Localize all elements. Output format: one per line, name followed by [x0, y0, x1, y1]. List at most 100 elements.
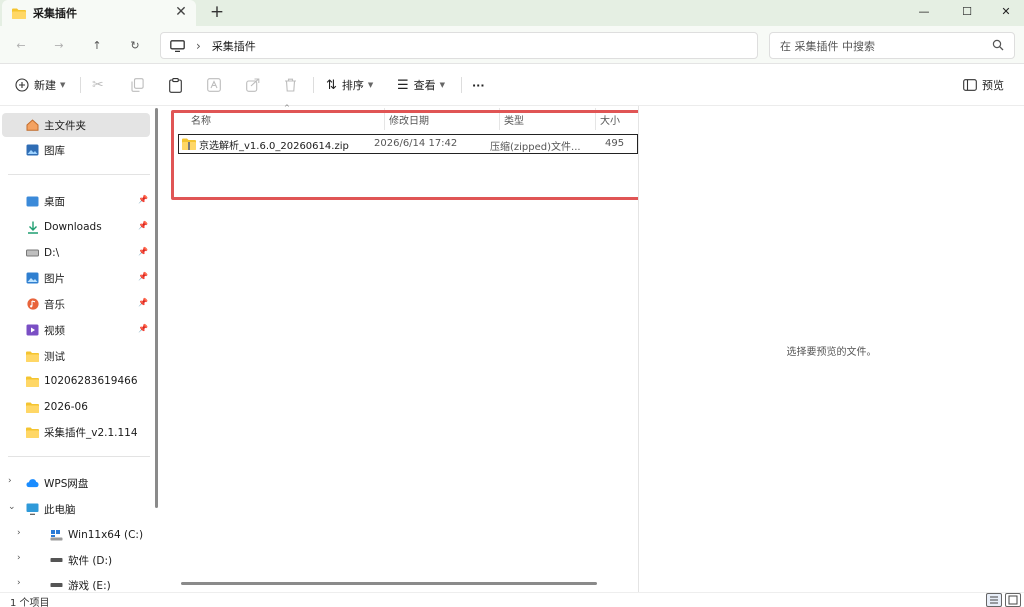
navigation-bar: ← → ↑ ↻ › 采集插件 在 采集插件 中搜索: [0, 26, 1024, 64]
sidebar-item-pictures[interactable]: 图片 📌: [0, 266, 152, 290]
chevron-right-icon[interactable]: ›: [8, 476, 12, 486]
tiles-view-button[interactable]: [1005, 593, 1021, 607]
chevron-right-icon[interactable]: ›: [17, 553, 21, 563]
sidebar-item-home[interactable]: 主文件夹: [2, 113, 150, 137]
sidebar-item-desktop[interactable]: 桌面 📌: [0, 189, 152, 213]
tiles-view-icon: [1008, 595, 1018, 605]
sidebar-item-label: 主文件夹: [44, 119, 86, 132]
computer-icon: [26, 503, 39, 515]
address-bar[interactable]: › 采集插件: [160, 32, 758, 59]
download-icon: [26, 221, 39, 234]
tab-current-folder[interactable]: 采集插件 ✕: [2, 0, 196, 26]
sidebar-item-d-drive-software[interactable]: › 软件 (D:): [0, 548, 152, 572]
more-options-button[interactable]: ···: [472, 75, 485, 95]
highlight-annotation-box: [171, 110, 671, 200]
close-icon[interactable]: ✕: [174, 5, 188, 19]
new-label: 新建: [34, 79, 56, 92]
sort-button[interactable]: ⇅ 排序 ▼: [326, 75, 373, 95]
share-button[interactable]: [246, 75, 260, 95]
sidebar-item-label: WPS网盘: [44, 477, 89, 490]
chevron-down-icon: ▼: [60, 81, 66, 89]
minimize-button[interactable]: —: [906, 0, 942, 22]
sidebar-item-downloads[interactable]: Downloads 📌: [0, 215, 152, 239]
toolbar-divider: [313, 77, 314, 93]
drive-icon: [50, 579, 63, 591]
pictures-icon: [26, 272, 39, 284]
maximize-button[interactable]: ☐: [949, 0, 985, 22]
more-icon: ···: [472, 78, 485, 92]
folder-icon: [26, 426, 39, 438]
sidebar-item-c-drive[interactable]: › Win11x64 (C:): [0, 523, 152, 547]
chevron-down-icon[interactable]: ⌄: [8, 502, 16, 512]
chevron-down-icon: ▼: [367, 81, 374, 89]
view-button[interactable]: ☰ 查看 ▼: [397, 75, 445, 95]
pin-icon[interactable]: 📌: [138, 272, 148, 281]
pin-icon[interactable]: 📌: [138, 221, 148, 230]
preview-label: 预览: [982, 79, 1004, 92]
refresh-icon: ↻: [130, 38, 140, 52]
sidebar-item-label: 音乐: [44, 298, 65, 311]
refresh-button[interactable]: ↻: [125, 35, 145, 55]
back-button[interactable]: ←: [11, 35, 31, 55]
sidebar-item-folder-number[interactable]: 10206283619466: [0, 369, 152, 393]
sidebar-item-e-drive-games[interactable]: › 游戏 (E:): [0, 573, 152, 592]
cloud-icon: [26, 477, 39, 489]
up-button[interactable]: ↑: [87, 35, 107, 55]
forward-arrow-icon: →: [54, 38, 64, 52]
sidebar-item-gallery[interactable]: 图库: [0, 138, 152, 162]
paste-button[interactable]: [169, 75, 182, 95]
new-button[interactable]: 新建 ▼: [15, 75, 65, 95]
sidebar-item-wps-cloud[interactable]: › WPS网盘: [0, 471, 152, 495]
sidebar-item-label: Downloads: [44, 221, 102, 233]
delete-button[interactable]: [284, 75, 297, 95]
clipboard-icon: [169, 77, 182, 93]
sidebar-item-label: 图片: [44, 272, 65, 285]
forward-button[interactable]: →: [49, 35, 69, 55]
folder-icon: [26, 350, 39, 362]
folder-icon: [12, 8, 26, 19]
pin-icon[interactable]: 📌: [138, 324, 148, 333]
sidebar-item-folder-test[interactable]: 测试: [0, 344, 152, 368]
sidebar-item-label: 2026-06: [44, 401, 88, 413]
windows-drive-icon: [50, 529, 63, 541]
chevron-right-icon[interactable]: ›: [17, 528, 21, 538]
preview-pane-icon: [963, 79, 977, 91]
view-lines-icon: ☰: [397, 77, 409, 93]
chevron-right-icon[interactable]: ›: [17, 578, 21, 588]
up-arrow-icon: ↑: [92, 38, 102, 52]
minimize-icon: —: [918, 4, 930, 18]
pin-icon[interactable]: 📌: [138, 247, 148, 256]
desktop-icon: [26, 195, 39, 207]
cut-button[interactable]: ✂: [92, 75, 104, 95]
pin-icon[interactable]: 📌: [138, 195, 148, 204]
music-icon: [26, 298, 39, 310]
details-view-button[interactable]: [986, 593, 1002, 607]
preview-pane-button[interactable]: 预览: [963, 75, 1004, 95]
rename-button[interactable]: [207, 75, 221, 95]
close-window-button[interactable]: ✕: [988, 0, 1024, 22]
plus-icon[interactable]: +: [208, 3, 226, 21]
sidebar-item-d-drive[interactable]: D:\ 📌: [0, 241, 152, 265]
horizontal-scrollbar[interactable]: [181, 582, 597, 585]
search-input[interactable]: 在 采集插件 中搜索: [769, 32, 1015, 59]
sidebar-item-video[interactable]: 视频 📌: [0, 318, 152, 342]
sidebar-item-label: D:\: [44, 247, 60, 259]
title-bar: 采集插件 ✕ + — ☐ ✕: [0, 0, 1024, 26]
sidebar-item-label: 桌面: [44, 195, 65, 208]
sidebar-item-this-pc[interactable]: ⌄ 此电脑: [0, 497, 152, 521]
copy-button[interactable]: [131, 75, 144, 95]
sidebar-item-music[interactable]: 音乐 📌: [0, 292, 152, 316]
sidebar-item-folder-date[interactable]: 2026-06: [0, 395, 152, 419]
home-icon: [26, 119, 39, 131]
sidebar-scrollbar[interactable]: [155, 108, 158, 508]
plus-circle-icon: [15, 78, 29, 92]
folder-icon: [26, 401, 39, 413]
sidebar-item-folder-plugin[interactable]: 采集插件_v2.1.114: [0, 420, 152, 444]
drive-icon: [26, 247, 39, 259]
scissors-icon: ✂: [92, 77, 104, 93]
trash-icon: [285, 78, 296, 92]
breadcrumb-current[interactable]: 采集插件: [212, 38, 256, 54]
drive-icon: [50, 554, 63, 566]
pin-icon[interactable]: 📌: [138, 298, 148, 307]
maximize-icon: ☐: [962, 4, 972, 18]
